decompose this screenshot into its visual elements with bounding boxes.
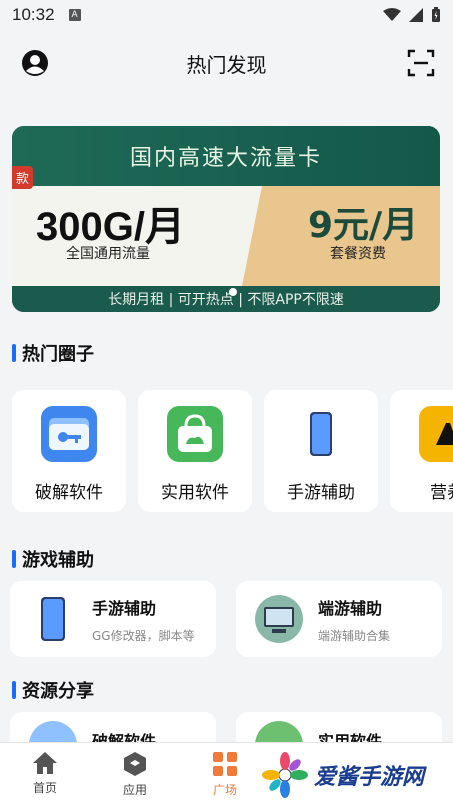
section-bar	[12, 681, 16, 699]
circle-label: 手游辅助	[287, 483, 355, 503]
tab-plaza[interactable]: 广场	[180, 743, 270, 805]
tab-label: 广场	[212, 783, 237, 797]
tab-home[interactable]: 首页	[0, 743, 90, 805]
tab-label: 首页	[32, 781, 57, 795]
hot-circles-row[interactable]: 破解软件 实用软件 手游辅助 营养	[12, 390, 453, 512]
wifi-icon	[383, 8, 401, 21]
section-game-aux: 游戏辅助	[12, 546, 94, 572]
circle-label: 实用软件	[161, 483, 229, 503]
monitor-icon	[254, 594, 304, 644]
banner-sub-right: 套餐资费	[330, 246, 386, 262]
yellow-app-icon	[419, 406, 453, 462]
scan-icon[interactable]	[407, 49, 435, 77]
banner-page-indicator	[229, 288, 237, 296]
section-title-text: 资源分享	[22, 681, 94, 702]
grid-icon	[213, 752, 237, 776]
page-title: 热门发现	[186, 52, 267, 77]
section-hot-circles: 热门圈子	[12, 340, 94, 366]
battery-icon	[432, 7, 440, 22]
watermark-text: 爱酱手游网	[314, 765, 425, 790]
shopping-bag-icon	[167, 406, 223, 462]
phone-icon	[293, 406, 349, 462]
status-icons	[383, 7, 441, 23]
aux-card-pc[interactable]: 端游辅助 端游辅助合集	[236, 581, 442, 657]
aux-title: 端游辅助	[318, 598, 383, 618]
tab-apps[interactable]: 应用	[90, 743, 180, 805]
banner-tag: 款	[12, 166, 34, 189]
aux-desc: 端游辅助合集	[318, 628, 391, 643]
cube-icon	[124, 752, 146, 776]
folder-key-icon	[41, 406, 97, 462]
circle-card-nutrition[interactable]: 营养	[390, 390, 453, 512]
home-icon	[33, 752, 57, 774]
app-header: 热门发现	[0, 40, 453, 86]
pinwheel-logo-icon	[262, 752, 308, 798]
aux-desc: GG修改器，脚本等	[92, 628, 195, 643]
circle-label: 破解软件	[35, 483, 103, 503]
status-bar: 10:32 A	[0, 0, 453, 30]
section-resources: 资源分享	[12, 677, 94, 703]
circle-card-cracked-software[interactable]: 破解软件	[12, 390, 126, 512]
circle-card-utility-software[interactable]: 实用软件	[138, 390, 252, 512]
banner-bottom-text: 长期月租 | 可开热点 | 不限APP不限速	[12, 286, 440, 312]
banner-top-text: 国内高速大流量卡	[12, 126, 440, 186]
banner-price: 9元/月	[308, 205, 419, 246]
watermark: 爱酱手游网	[262, 750, 450, 800]
banner-sub-left: 全国通用流量	[66, 246, 150, 262]
section-title-text: 热门圈子	[22, 344, 94, 365]
user-circle-icon[interactable]	[21, 49, 49, 77]
section-bar	[12, 550, 16, 568]
section-bar	[12, 344, 16, 362]
status-time: 10:32	[12, 5, 55, 24]
circle-card-mobile-game-aux[interactable]: 手游辅助	[264, 390, 378, 512]
phone-icon	[28, 594, 78, 644]
promo-banner[interactable]: 国内高速大流量卡 款 300G/月 全国通用流量 9元/月 套餐资费 长期月租 …	[12, 126, 440, 312]
circle-label: 营养	[430, 483, 453, 503]
section-title-text: 游戏辅助	[22, 550, 94, 571]
tab-label: 应用	[122, 783, 147, 797]
signal-icon	[409, 8, 423, 22]
aux-title: 手游辅助	[92, 598, 157, 618]
aux-card-mobile[interactable]: 手游辅助 GG修改器，脚本等	[10, 581, 216, 657]
a-notification-icon: A	[68, 9, 81, 21]
